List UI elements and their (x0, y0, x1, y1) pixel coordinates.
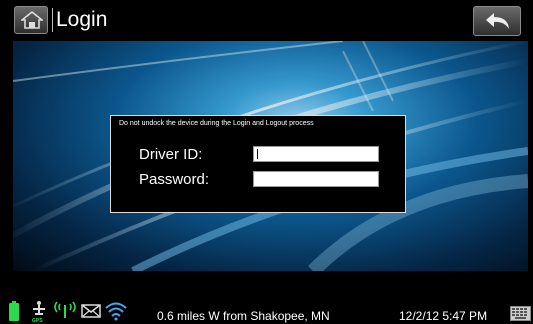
undock-warning-text: Do not undock the device during the Logi… (119, 120, 314, 127)
driver-id-label: Driver ID: (139, 146, 203, 163)
datetime-text: 12/2/12 5:47 PM (399, 309, 488, 323)
text-caret (257, 149, 258, 159)
gps-label: GPS (32, 318, 43, 324)
cellular-signal-icon (54, 301, 76, 318)
page-title: Login (56, 8, 108, 31)
password-input[interactable] (253, 171, 379, 187)
battery-icon (9, 301, 19, 321)
back-button[interactable] (473, 6, 521, 36)
home-button[interactable] (14, 6, 48, 34)
gps-icon (33, 301, 45, 315)
driver-id-input[interactable] (253, 146, 379, 162)
password-label: Password: (139, 171, 210, 188)
wifi-icon (105, 302, 127, 321)
message-envelope-icon (81, 304, 101, 318)
home-icon (21, 11, 43, 29)
login-dialog: Do not undock the device during the Logi… (110, 115, 406, 213)
back-arrow-icon (486, 13, 509, 29)
login-screen: Login Do not undock the device during th… (0, 0, 533, 324)
header-bar: Login (0, 0, 533, 41)
location-text: 0.6 miles W from Shakopee, MN (157, 309, 330, 323)
keyboard-icon[interactable] (510, 306, 531, 321)
title-divider (52, 8, 53, 32)
